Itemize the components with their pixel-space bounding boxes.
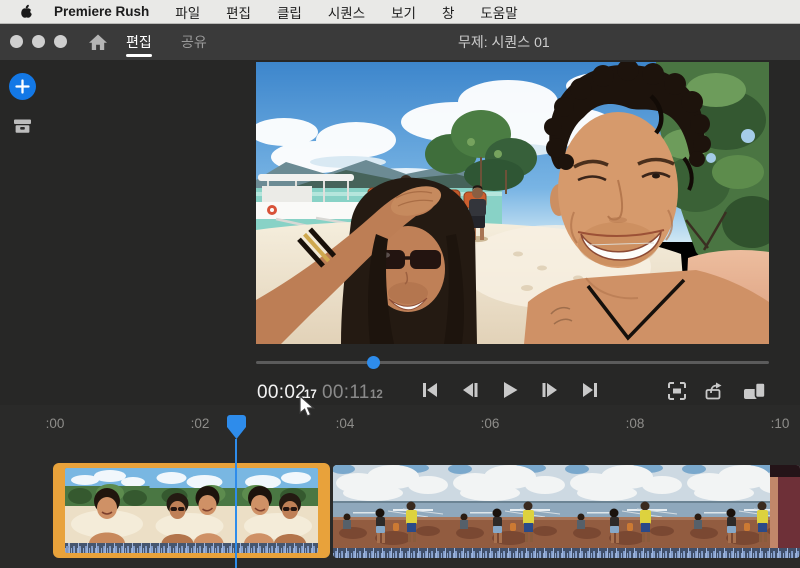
window-zoom-button[interactable] [54,35,67,48]
window-close-button[interactable] [10,35,23,48]
ruler-label-08: :08 [626,416,645,431]
menu-edit[interactable]: 편집 [226,2,251,22]
maroon-person-closeup [770,465,800,548]
video-preview [256,62,769,344]
menu-view[interactable]: 보기 [391,2,416,22]
tab-edit[interactable]: 편집 [126,24,152,60]
tab-share-label: 공유 [181,32,207,52]
duration-timecode-frames: 12 [370,389,383,401]
window-minimize-button[interactable] [32,35,45,48]
scrubber-track[interactable] [256,361,769,364]
export-preview-button[interactable] [703,380,725,407]
clip-2-thumbnails [333,465,800,548]
playhead-line[interactable] [235,439,237,568]
ruler-label-06: :06 [481,416,500,431]
timeline-clip-1-selected[interactable] [53,463,330,558]
plus-icon [17,81,29,93]
menu-sequence[interactable]: 시퀀스 [328,2,365,22]
tab-share[interactable]: 공유 [181,24,207,60]
fullscreen-button[interactable] [666,380,688,407]
ruler-label-10: :10 [771,416,790,431]
skip-end-icon [581,381,599,399]
menu-window[interactable]: 창 [442,2,454,22]
skip-to-start-button[interactable] [421,381,439,404]
project-title: 무제: 시퀀스 01 [458,24,550,60]
duration-timecode: 00:11 [322,382,370,404]
preview-scrubber[interactable] [256,356,769,368]
beach-selfie-frame [256,62,769,344]
clip-1-audio-waveform [65,543,318,553]
mouse-cursor [299,395,316,424]
menu-app-name[interactable]: Premiere Rush [54,4,149,19]
add-media-button[interactable] [9,73,36,100]
orientation-icon [743,381,767,401]
play-icon [501,381,519,399]
menu-help[interactable]: 도움말 [480,2,517,22]
frame-back-button[interactable] [461,381,479,404]
timeline-ruler[interactable]: :00 :02 :04 :06 :08 :10 [45,405,800,447]
app-title-bar: 편집 공유 무제: 시퀀스 01 [0,24,800,60]
archive-box-icon [12,117,33,135]
skip-to-end-button[interactable] [581,381,599,404]
media-browser-button[interactable] [12,117,33,140]
orientation-button[interactable] [743,381,767,406]
tab-edit-label: 편집 [126,32,152,52]
home-button[interactable] [88,33,108,56]
menu-clip[interactable]: 클립 [277,2,302,22]
clip-2-audio-waveform [333,548,800,558]
menu-file[interactable]: 파일 [175,2,200,22]
skip-start-icon [421,381,439,399]
apple-menu-icon[interactable] [20,4,33,19]
ruler-label-04: :04 [336,416,355,431]
frame-back-icon [461,381,479,399]
share-icon [703,380,725,402]
premiere-rush-window: Premiere Rush 파일 편집 클립 시퀀스 보기 창 도움말 편집 공… [0,0,800,568]
play-button[interactable] [501,381,519,404]
ruler-label-02: :02 [191,416,210,431]
scrubber-handle[interactable] [367,356,380,369]
clip-1-thumbnails [65,468,318,543]
frame-forward-icon [541,381,559,399]
macos-menu-bar: Premiere Rush 파일 편집 클립 시퀀스 보기 창 도움말 [0,0,800,24]
fullscreen-icon [666,380,688,402]
ruler-label-00: :00 [46,416,65,431]
timeline-clip-2[interactable] [333,465,800,558]
frame-forward-button[interactable] [541,381,559,404]
